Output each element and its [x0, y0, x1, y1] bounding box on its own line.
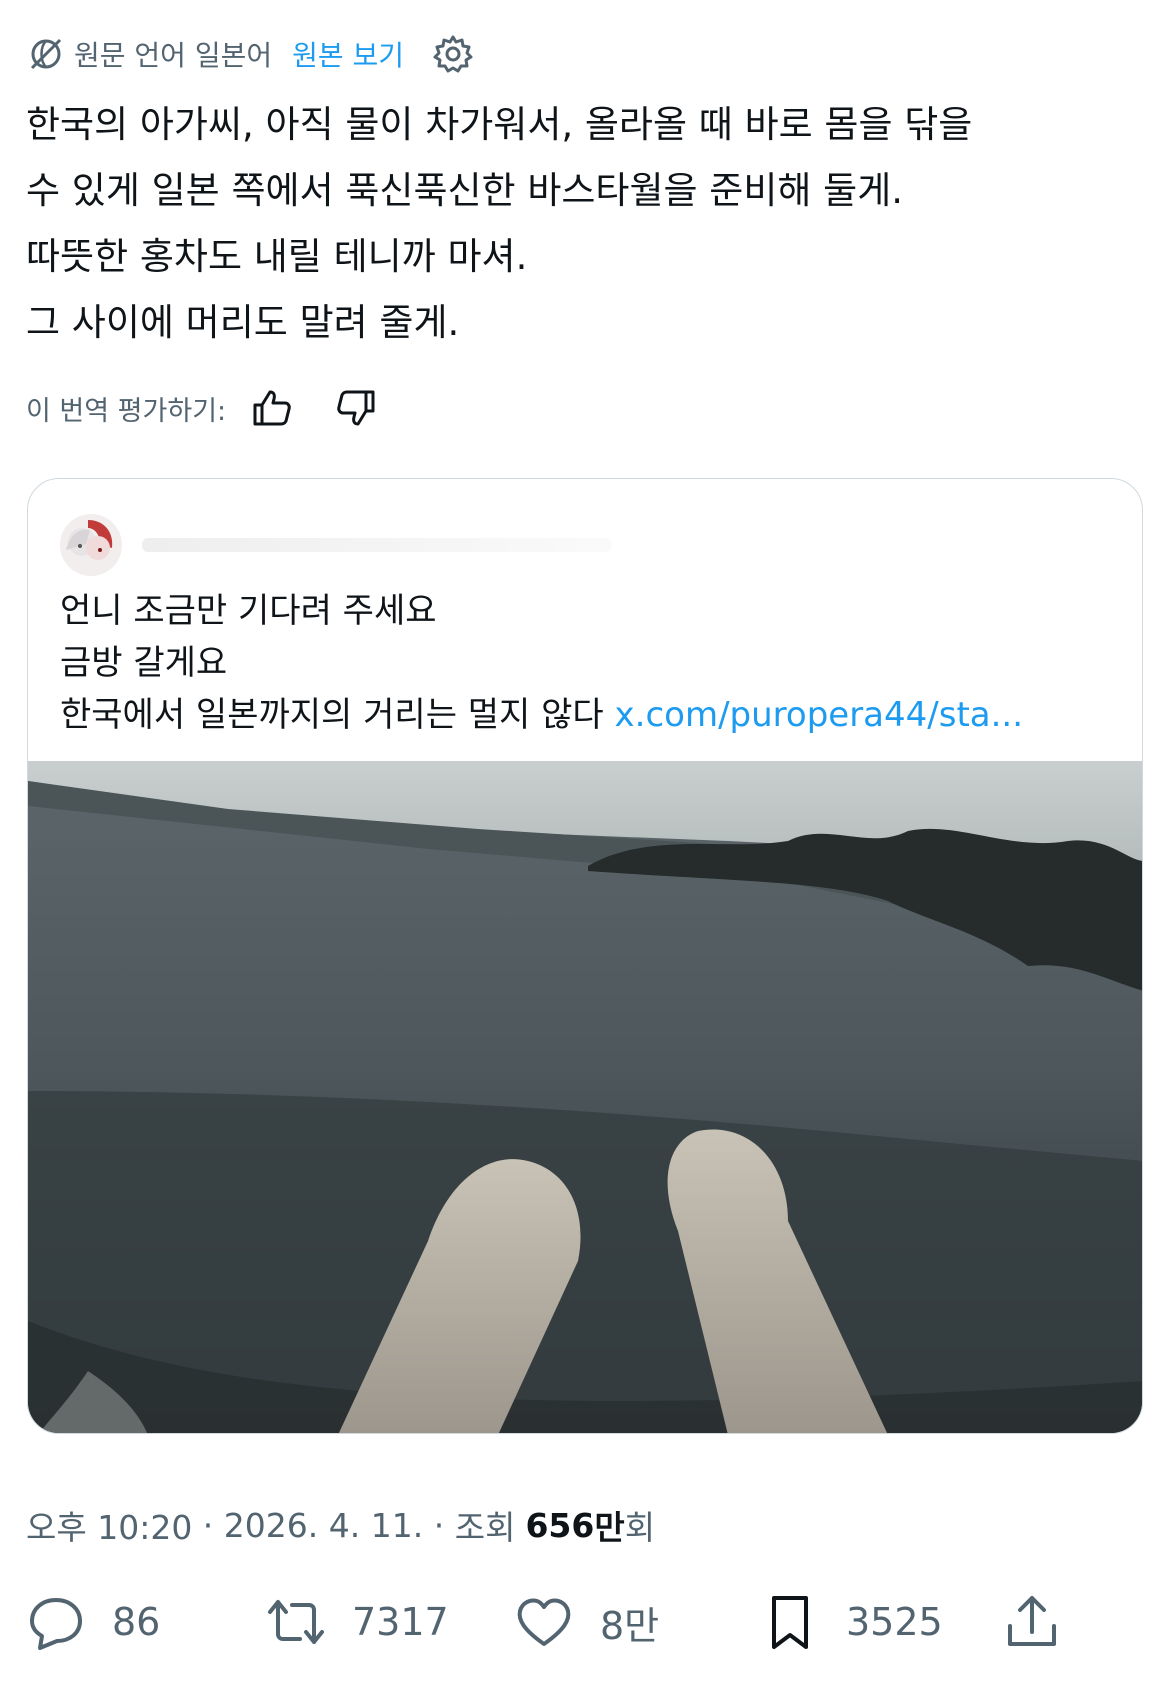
blurred-username	[142, 538, 612, 552]
action-bar: 86 7317 8만 3525	[26, 1592, 1146, 1652]
repost-count: 7317	[352, 1600, 449, 1644]
quoted-line: 언니 조금만 기다려 주세요	[60, 591, 437, 631]
share-button[interactable]	[1002, 1592, 1062, 1652]
separator: ·	[423, 1505, 455, 1545]
bookmark-icon	[772, 1596, 808, 1649]
post-line: 한국의 아가씨, 아직 물이 차가워서, 올라올 때 바로 몸을 닦을	[26, 103, 973, 146]
post-line: 수 있게 일본 쪽에서 푹신푹신한 바스타월을 준비해 둘게.	[26, 169, 904, 212]
show-original-link[interactable]: 원본 보기	[292, 34, 404, 74]
translation-bar: 원문 언어 일본어 원본 보기	[26, 34, 474, 74]
quoted-line: 한국에서 일본까지의 거리는 멀지 않다 x.com/puropera44/st…	[60, 689, 1023, 741]
gear-icon[interactable]	[432, 33, 474, 75]
views-label: 조회	[454, 1508, 516, 1547]
views-suffix: 회	[624, 1508, 656, 1547]
thumbs-down-icon[interactable]	[334, 386, 378, 430]
quoted-post-header	[60, 513, 612, 577]
like-button[interactable]: 8만	[514, 1592, 659, 1652]
quoted-line-text: 한국에서 일본까지의 거리는 멀지 않다	[60, 695, 604, 735]
post-date: 2026. 4. 11.	[223, 1505, 424, 1545]
separator: ·	[192, 1505, 224, 1545]
rate-translation-label: 이 번역 평가하기:	[26, 395, 227, 427]
thumbs-up-icon[interactable]	[250, 386, 294, 430]
post-timestamp: 오후 10:20 · 2026. 4. 11. · 조회 656 만 회	[26, 1500, 655, 1550]
bookmark-button[interactable]: 3525	[760, 1592, 943, 1652]
reply-button[interactable]: 86	[26, 1592, 160, 1652]
post-line: 그 사이에 머리도 말려 줄게.	[26, 301, 460, 344]
reply-count: 86	[112, 1600, 161, 1644]
translate-globe-icon	[30, 38, 62, 70]
post-line: 따뜻한 홍차도 내릴 테니까 마셔.	[26, 235, 528, 278]
share-icon	[1008, 1596, 1056, 1646]
post-time: 오후 10:20	[26, 1508, 193, 1547]
bookmark-count: 3525	[846, 1600, 943, 1644]
quoted-post-text: 언니 조금만 기다려 주세요 금방 갈게요 한국에서 일본까지의 거리는 멀지 …	[60, 585, 1023, 741]
views-unit: 만	[594, 1508, 625, 1547]
rate-translation: 이 번역 평가하기:	[26, 386, 378, 430]
views-count: 656	[525, 1505, 595, 1545]
quoted-post-image[interactable]	[28, 761, 1143, 1434]
quoted-line: 금방 갈게요	[60, 643, 228, 683]
like-icon	[517, 1598, 571, 1646]
avatar[interactable]	[60, 514, 122, 576]
quoted-post-link[interactable]: x.com/puropera44/sta...	[615, 695, 1024, 735]
repost-icon	[268, 1600, 324, 1644]
like-count: 8만	[600, 1603, 660, 1648]
repost-button[interactable]: 7317	[266, 1592, 449, 1652]
source-language-label: 원문 언어 일본어	[74, 39, 273, 72]
quoted-post-card[interactable]: 언니 조금만 기다려 주세요 금방 갈게요 한국에서 일본까지의 거리는 멀지 …	[27, 478, 1143, 1434]
post-text: 한국의 아가씨, 아직 물이 차가워서, 올라올 때 바로 몸을 닦을 수 있게…	[26, 92, 1126, 356]
reply-icon	[30, 1598, 82, 1650]
